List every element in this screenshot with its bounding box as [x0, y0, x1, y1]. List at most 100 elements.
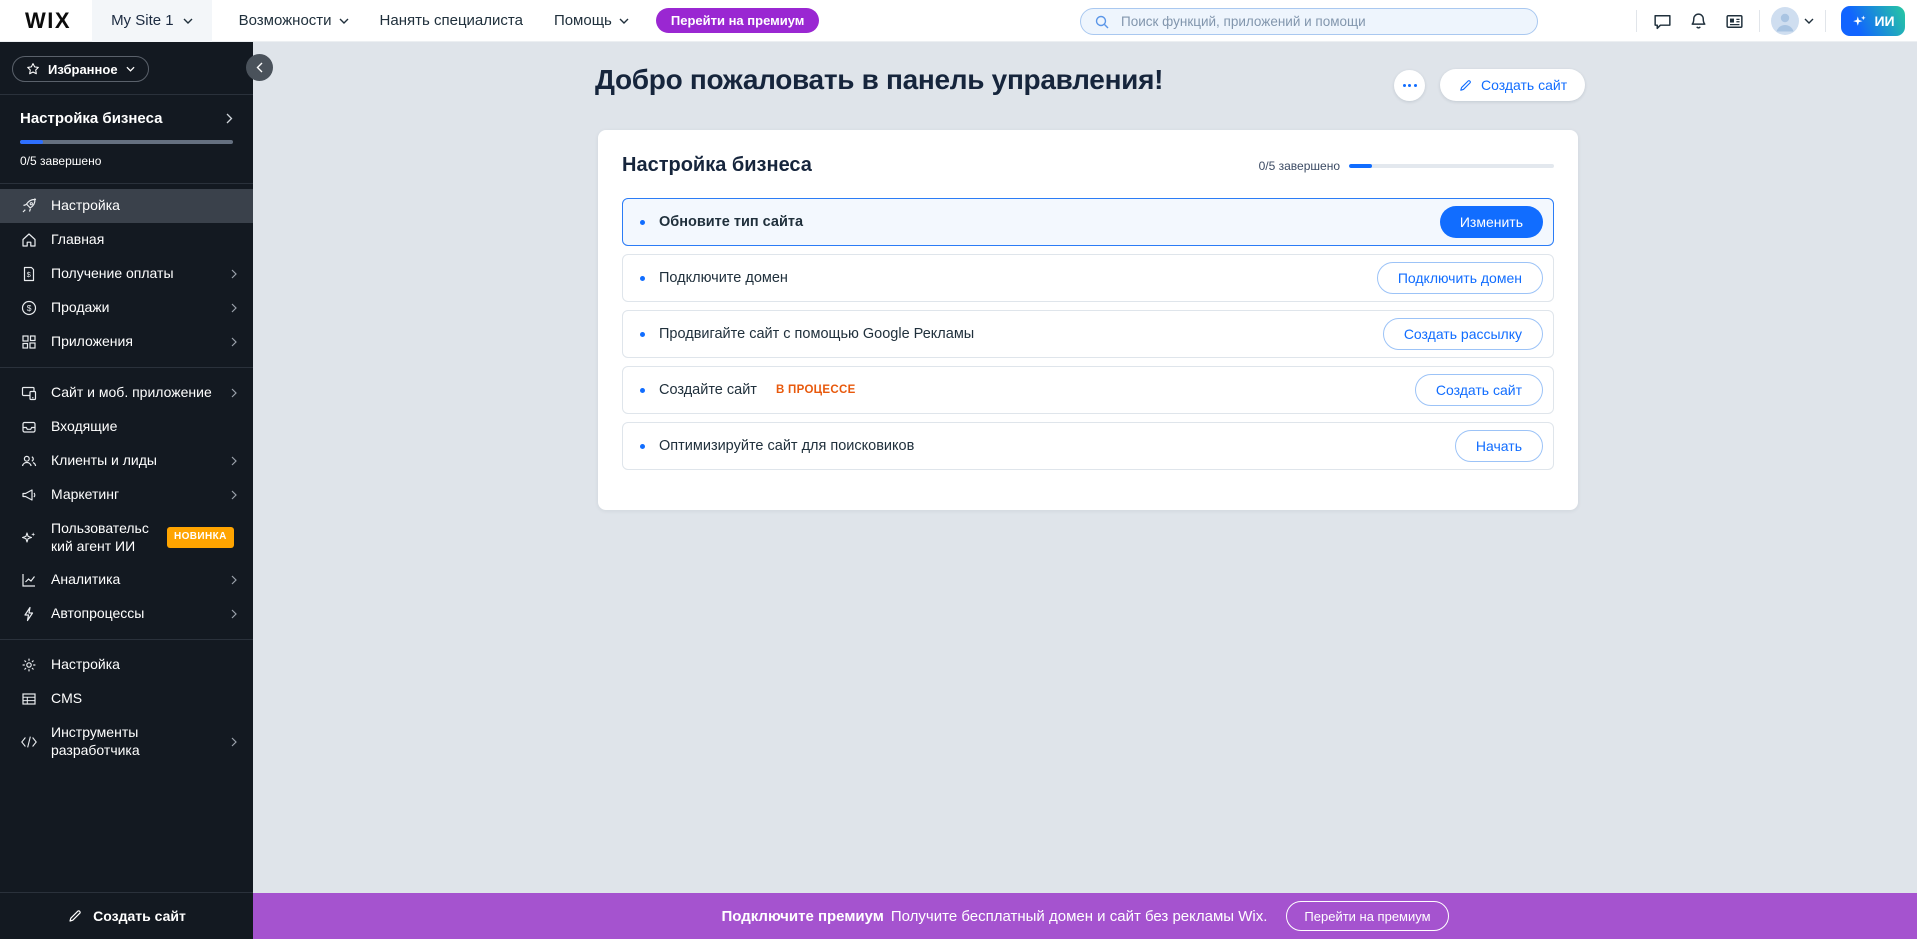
divider: [1825, 10, 1826, 32]
sidebar-item-cms[interactable]: CMS: [0, 682, 253, 716]
bullet-icon: [640, 332, 645, 337]
task-row-connect-domain[interactable]: Подключите домен Подключить домен: [622, 254, 1554, 302]
nav-item-label: Возможности: [239, 12, 332, 29]
chevron-down-icon: [339, 18, 349, 24]
task-status-badge: В ПРОЦЕССЕ: [776, 384, 856, 396]
cms-icon: [20, 690, 38, 708]
sidebar-item-label: Аналитика: [51, 571, 218, 589]
global-search[interactable]: [1080, 8, 1538, 35]
news-icon: [1724, 11, 1745, 32]
bell-icon: [1688, 11, 1709, 32]
sidebar-item-label: Пользовательский агент ИИ: [51, 520, 154, 555]
sidebar-item-sales[interactable]: $ Продажи: [0, 291, 253, 325]
gear-icon: [20, 656, 38, 674]
apps-icon: [20, 333, 38, 351]
upgrade-premium-button[interactable]: Перейти на премиум: [656, 8, 820, 33]
chevron-right-icon: [231, 269, 237, 279]
invoice-icon: $: [20, 265, 38, 283]
sidebar-collapse-button[interactable]: [246, 54, 273, 81]
sidebar-item-label: Продажи: [51, 299, 218, 317]
sidebar-item-automations[interactable]: Автопроцессы: [0, 597, 253, 631]
nav-item-hire-professional[interactable]: Нанять специалиста: [380, 12, 523, 29]
sidebar-item-setup[interactable]: Настройка: [0, 189, 253, 223]
account-menu[interactable]: [1767, 7, 1818, 35]
sidebar-item-marketing[interactable]: Маркетинг: [0, 478, 253, 512]
wix-logo[interactable]: WIX: [0, 8, 92, 34]
sidebar-create-site-button[interactable]: Создать сайт: [0, 892, 253, 939]
sidebar-item-contacts[interactable]: Клиенты и лиды: [0, 444, 253, 478]
divider: [0, 367, 253, 368]
sidebar-item-inbox[interactable]: Входящие: [0, 410, 253, 444]
task-action-start[interactable]: Начать: [1455, 430, 1543, 462]
site-switcher[interactable]: My Site 1: [92, 0, 212, 42]
sidebar-item-home[interactable]: Главная: [0, 223, 253, 257]
premium-banner: Подключите премиум Получите бесплатный д…: [253, 893, 1917, 939]
bullet-icon: [640, 444, 645, 449]
notifications-button[interactable]: [1680, 3, 1716, 39]
updates-button[interactable]: [1716, 3, 1752, 39]
create-site-button[interactable]: Создать сайт: [1440, 69, 1585, 101]
task-action-edit[interactable]: Изменить: [1440, 206, 1543, 238]
inbox-icon: [20, 418, 38, 436]
sidebar-item-label: Маркетинг: [51, 486, 218, 504]
sidebar-item-apps[interactable]: Приложения: [0, 325, 253, 359]
business-setup-card: Настройка бизнеса 0/5 завершено Обновите…: [598, 130, 1578, 510]
sidebar-item-settings[interactable]: Настройка: [0, 648, 253, 682]
business-setup-summary[interactable]: Настройка бизнеса 0/5 завершено: [0, 95, 253, 183]
task-row-seo[interactable]: Оптимизируйте сайт для поисковиков Начат…: [622, 422, 1554, 470]
new-badge: НОВИНКА: [167, 527, 234, 548]
more-actions-button[interactable]: [1394, 70, 1425, 101]
svg-text:$: $: [27, 270, 32, 279]
bullet-icon: [640, 220, 645, 225]
setup-progress-label: 0/5 завершено: [20, 154, 233, 168]
card-title: Настройка бизнеса: [622, 154, 1259, 177]
task-action-create-site[interactable]: Создать сайт: [1415, 374, 1543, 406]
task-row-create-site[interactable]: Создайте сайт В ПРОЦЕССЕ Создать сайт: [622, 366, 1554, 414]
task-list: Обновите тип сайта Изменить Подключите д…: [598, 177, 1578, 470]
task-label: Обновите тип сайта: [659, 214, 803, 230]
page-title: Добро пожаловать в панель управления!: [595, 64, 1163, 96]
chevron-down-icon: [183, 18, 193, 24]
sidebar-item-label: Автопроцессы: [51, 605, 218, 623]
star-icon: [26, 62, 40, 76]
nav-item-help[interactable]: Помощь: [554, 12, 629, 29]
sidebar-item-ai-agent[interactable]: Пользовательский агент ИИ НОВИНКА: [0, 512, 253, 563]
favorites-menu-button[interactable]: Избранное: [12, 56, 149, 82]
banner-upgrade-button[interactable]: Перейти на премиум: [1286, 901, 1448, 931]
avatar: [1771, 7, 1799, 35]
favorites-label: Избранное: [48, 62, 118, 77]
rocket-icon: [20, 197, 38, 215]
page-header-actions: Создать сайт: [1394, 69, 1585, 101]
search-icon: [1094, 14, 1110, 30]
site-switcher-label: My Site 1: [111, 12, 174, 29]
create-site-label: Создать сайт: [93, 908, 186, 924]
sidebar-item-payments[interactable]: $ Получение оплаты: [0, 257, 253, 291]
search-input[interactable]: [1119, 13, 1524, 30]
task-action-connect-domain[interactable]: Подключить домен: [1377, 262, 1543, 294]
nav-item-label: Помощь: [554, 12, 612, 29]
sidebar-item-analytics[interactable]: Аналитика: [0, 563, 253, 597]
sidebar-item-label: Получение оплаты: [51, 265, 218, 283]
banner-text: Получите бесплатный домен и сайт без рек…: [891, 908, 1268, 925]
chevron-right-icon: [231, 303, 237, 313]
task-label: Создайте сайт: [659, 382, 757, 398]
dollar-circle-icon: $: [20, 299, 38, 317]
nav-item-features[interactable]: Возможности: [239, 12, 349, 29]
sidebar-item-site-mobile[interactable]: Сайт и моб. приложение: [0, 376, 253, 410]
sidebar-menu: Настройка Главная $ Получение оплаты $ П…: [0, 189, 253, 767]
chevron-right-icon: [231, 490, 237, 500]
card-progress: 0/5 завершено: [1259, 159, 1554, 173]
sidebar-item-label: CMS: [51, 690, 237, 708]
top-bar-actions: ИИ: [1629, 0, 1911, 42]
task-action-create-campaign[interactable]: Создать рассылку: [1383, 318, 1543, 350]
task-row-google-ads[interactable]: Продвигайте сайт с помощью Google Реклам…: [622, 310, 1554, 358]
task-row-update-site-type[interactable]: Обновите тип сайта Изменить: [622, 198, 1554, 246]
top-bar: WIX My Site 1 Возможности Нанять специал…: [0, 0, 1917, 42]
dev-tools-icon: [20, 733, 38, 751]
chevron-right-icon: [226, 113, 233, 124]
chevron-right-icon: [231, 737, 237, 747]
sidebar-item-dev-tools[interactable]: Инструменты разработчика: [0, 716, 253, 767]
pencil-icon: [67, 908, 83, 924]
chat-button[interactable]: [1644, 3, 1680, 39]
ai-assistant-button[interactable]: ИИ: [1841, 6, 1905, 36]
